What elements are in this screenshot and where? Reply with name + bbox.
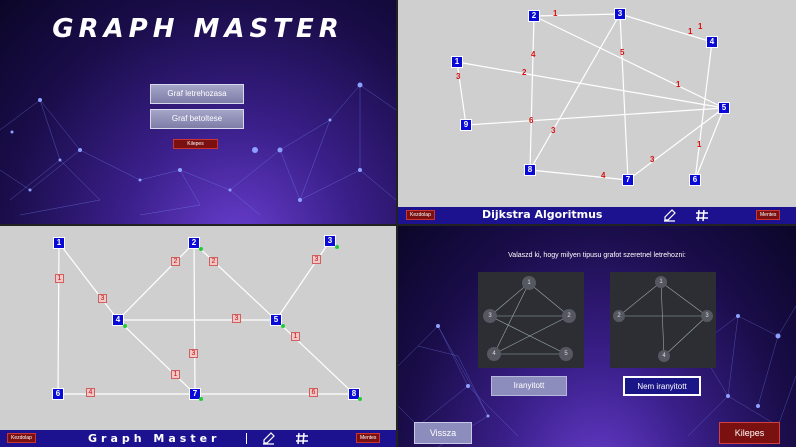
home-button[interactable]: Kezdolap	[7, 433, 36, 443]
edge-weight: 2	[522, 68, 527, 77]
edge-weight: 1	[688, 27, 693, 36]
dijkstra-node[interactable]: 2	[528, 10, 540, 22]
node-handle[interactable]	[199, 247, 203, 251]
edge-weight: 1	[698, 22, 703, 31]
editor-edges	[57, 240, 355, 395]
edge-weight: 5	[620, 48, 625, 57]
hash-icon[interactable]	[295, 432, 309, 445]
edge-weight[interactable]: 3	[312, 255, 321, 264]
save-button[interactable]: Mentes	[756, 210, 781, 220]
dijkstra-panel: 2 3 4 1 5 9 8 7 6 1 1 4 5 1 2 3 1 1 6 3 …	[398, 0, 796, 224]
edge-weight: 1	[553, 9, 558, 18]
editor-bottom-bar: Kezdolap Graph Master Mentes	[0, 430, 396, 447]
home-button[interactable]: Kezdolap	[406, 210, 435, 220]
preview-node: 2	[562, 309, 576, 323]
main-menu-panel: GRAPH MASTER Graf letrehozasa Graf betol…	[0, 0, 396, 224]
graph-type-prompt: Valaszd ki, hogy milyen tipusu grafot sz…	[508, 252, 686, 259]
editor-node[interactable]: 1	[53, 237, 65, 249]
edge-weight: 1	[697, 140, 702, 149]
exit-button[interactable]: Kilepes	[719, 422, 780, 444]
create-graph-button[interactable]: Graf letrehozasa	[150, 84, 244, 104]
preview-node: 4	[658, 350, 670, 362]
preview-node: 1	[655, 276, 667, 288]
app-title: GRAPH MASTER	[52, 14, 344, 44]
preview-node: 1	[522, 276, 536, 290]
preview-node: 2	[613, 310, 625, 322]
load-graph-button[interactable]: Graf betoltese	[150, 109, 244, 129]
edge-weight: 3	[650, 155, 655, 164]
dijkstra-node[interactable]: 4	[706, 36, 718, 48]
dijkstra-node[interactable]: 5	[718, 102, 730, 114]
algorithm-title: Dijkstra Algoritmus	[482, 208, 603, 221]
edge-weight: 3	[456, 72, 461, 81]
undirected-graph-preview[interactable]: 1 2 3 4	[610, 272, 716, 368]
dijkstra-node[interactable]: 1	[451, 56, 463, 68]
preview-node: 4	[487, 347, 501, 361]
preview-node: 5	[559, 347, 573, 361]
bar-divider	[246, 433, 247, 444]
network-background	[398, 305, 796, 447]
node-handle[interactable]	[281, 324, 285, 328]
edge-weight: 1	[676, 80, 681, 89]
node-handle[interactable]	[358, 397, 362, 401]
edge-weight: 6	[529, 116, 534, 125]
dijkstra-bottom-bar: Kezdolap Dijkstra Algoritmus Mentes	[398, 207, 796, 224]
edge-weight[interactable]: 3	[232, 314, 241, 323]
edit-icon[interactable]	[262, 432, 276, 445]
edge-weight[interactable]: 6	[309, 388, 318, 397]
edge-weight[interactable]: 2	[171, 257, 180, 266]
editor-title: Graph Master	[88, 432, 221, 445]
undirected-button[interactable]: Nem iranyitott	[623, 376, 701, 396]
directed-button[interactable]: Iranyitott	[491, 376, 567, 396]
edge-weight: 4	[601, 171, 606, 180]
edit-icon[interactable]	[663, 209, 677, 222]
dijkstra-node[interactable]: 7	[622, 174, 634, 186]
edge-weight: 3	[551, 126, 556, 135]
preview-node: 3	[483, 309, 497, 323]
edge-weight[interactable]: 1	[55, 274, 64, 283]
editor-panel: 1 2 3 4 5 6 7 8 1 3 2 2 3 3 3 1 1 4 6 Ke…	[0, 226, 396, 447]
edge-weight[interactable]: 3	[98, 294, 107, 303]
exit-button[interactable]: Kilepes	[173, 139, 218, 149]
editor-node[interactable]: 6	[52, 388, 64, 400]
dijkstra-node[interactable]: 9	[460, 119, 472, 131]
edge-weight[interactable]: 1	[291, 332, 300, 341]
node-handle[interactable]	[123, 324, 127, 328]
edge-weight[interactable]: 2	[209, 257, 218, 266]
dijkstra-node[interactable]: 6	[689, 174, 701, 186]
node-handle[interactable]	[199, 397, 203, 401]
preview-node: 3	[701, 310, 713, 322]
dijkstra-edges	[456, 13, 725, 181]
dijkstra-node[interactable]: 8	[524, 164, 536, 176]
edge-weight: 4	[531, 50, 536, 59]
node-handle[interactable]	[335, 245, 339, 249]
back-button[interactable]: Vissza	[414, 422, 472, 444]
dijkstra-node[interactable]: 3	[614, 8, 626, 20]
edge-weight[interactable]: 3	[189, 349, 198, 358]
edge-weight[interactable]: 1	[171, 370, 180, 379]
create-graph-panel: Valaszd ki, hogy milyen tipusu grafot sz…	[398, 226, 796, 447]
save-button[interactable]: Mentes	[356, 433, 381, 443]
directed-graph-preview[interactable]: 1 3 2 4 5	[478, 272, 584, 368]
edge-weight[interactable]: 4	[86, 388, 95, 397]
hash-icon[interactable]	[695, 209, 709, 222]
